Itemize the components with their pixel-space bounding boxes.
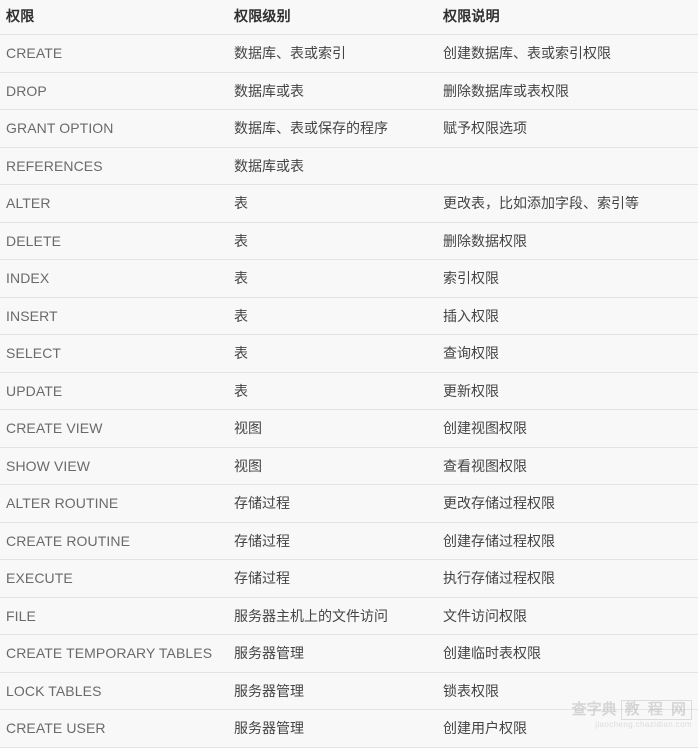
- cell-description: 文件访问权限: [437, 597, 698, 635]
- cell-level: 存储过程: [228, 484, 437, 523]
- table-row: UPDATE 表更新权限: [0, 372, 698, 410]
- cell-privilege: UPDATE: [0, 372, 228, 410]
- cell-privilege: INSERT: [0, 297, 228, 335]
- column-header-description: 权限说明: [437, 0, 698, 35]
- cell-privilege: DROP: [0, 72, 228, 110]
- cell-level: 数据库、表或保存的程序: [228, 109, 437, 148]
- table-header: 权限 权限级别 权限说明: [0, 0, 698, 35]
- table-row: EXECUTE 存储过程 执行存储过程权限: [0, 559, 698, 598]
- cell-level: 表: [228, 372, 437, 410]
- cell-description: 创建存储过程权限: [437, 522, 698, 560]
- table-row: GRANT OPTION 数据库、表或保存的程序 赋予权限选项: [0, 109, 698, 148]
- table-row: LOCK TABLES 服务器管理 锁表权限: [0, 672, 698, 710]
- cell-privilege: CREATE TEMPORARY TABLES: [0, 634, 228, 673]
- column-header-level: 权限级别: [228, 0, 437, 35]
- cell-level: 数据库或表: [228, 72, 437, 110]
- table-row: REFERENCES 数据库或表: [0, 147, 698, 185]
- cell-description: 赋予权限选项: [437, 109, 698, 148]
- cell-description: 更改表，比如添加字段、索引等: [437, 184, 698, 223]
- cell-level: 服务器管理: [228, 634, 437, 673]
- table-row: DELETE 表删除数据权限: [0, 222, 698, 260]
- cell-privilege: ALTER ROUTINE: [0, 484, 228, 523]
- cell-description: 删除数据库或表权限: [437, 72, 698, 110]
- table-row: CREATE VIEW 视图 创建视图权限: [0, 409, 698, 448]
- cell-description: 索引权限: [437, 259, 698, 298]
- cell-level: 数据库或表: [228, 147, 437, 185]
- table-row: SHOW VIEW 视图 查看视图权限: [0, 447, 698, 485]
- cell-level: 服务器主机上的文件访问: [228, 597, 437, 635]
- table-header-row: 权限 权限级别 权限说明: [0, 0, 698, 35]
- table-row: SELECT 表查询权限: [0, 334, 698, 373]
- cell-level: 服务器管理: [228, 672, 437, 710]
- table-body: CREATE 数据库、表或索引 创建数据库、表或索引权限 DROP 数据库或表 删除数据库…: [0, 34, 698, 748]
- cell-privilege: CREATE: [0, 34, 228, 73]
- table-row: ALTER ROUTINE 存储过程 更改存储过程权限: [0, 484, 698, 523]
- cell-privilege: REFERENCES: [0, 147, 228, 185]
- cell-description: 更新权限: [437, 372, 698, 410]
- cell-privilege: CREATE VIEW: [0, 409, 228, 448]
- table-row: CREATE USER 服务器管理 创建用户权限: [0, 709, 698, 748]
- privileges-table: 权限 权限级别 权限说明 CREATE 数据库、表或索引 创建数据库、表或索引权限 D…: [0, 0, 698, 748]
- cell-description: 锁表权限: [437, 672, 698, 710]
- cell-description: 查看视图权限: [437, 447, 698, 485]
- cell-privilege: FILE: [0, 597, 228, 635]
- cell-level: 表: [228, 334, 437, 373]
- cell-description: 插入权限: [437, 297, 698, 335]
- table-row: INSERT 表插入权限: [0, 297, 698, 335]
- cell-privilege: CREATE USER: [0, 709, 228, 748]
- cell-description: [437, 147, 698, 185]
- cell-level: 表: [228, 297, 437, 335]
- cell-description: 创建视图权限: [437, 409, 698, 448]
- table-row: ALTER 表更改表，比如添加字段、索引等: [0, 184, 698, 223]
- cell-description: 更改存储过程权限: [437, 484, 698, 523]
- cell-description: 创建临时表权限: [437, 634, 698, 673]
- table-row: CREATE TEMPORARY TABLES 服务器管理 创建临时表权限: [0, 634, 698, 673]
- cell-level: 表: [228, 222, 437, 260]
- cell-level: 数据库、表或索引: [228, 34, 437, 73]
- cell-privilege: CREATE ROUTINE: [0, 522, 228, 560]
- cell-privilege: GRANT OPTION: [0, 109, 228, 148]
- cell-privilege: EXECUTE: [0, 559, 228, 598]
- table-row: CREATE ROUTINE 存储过程 创建存储过程权限: [0, 522, 698, 560]
- cell-privilege: SHOW VIEW: [0, 447, 228, 485]
- cell-privilege: LOCK TABLES: [0, 672, 228, 710]
- cell-description: 创建数据库、表或索引权限: [437, 34, 698, 73]
- cell-level: 服务器管理: [228, 709, 437, 748]
- cell-description: 执行存储过程权限: [437, 559, 698, 598]
- cell-privilege: INDEX: [0, 259, 228, 298]
- cell-level: 表: [228, 259, 437, 298]
- cell-description: 删除数据权限: [437, 222, 698, 260]
- column-header-privilege: 权限: [0, 0, 228, 35]
- cell-level: 存储过程: [228, 522, 437, 560]
- cell-privilege: ALTER: [0, 184, 228, 223]
- table-row: FILE 服务器主机上的文件访问 文件访问权限: [0, 597, 698, 635]
- cell-description: 查询权限: [437, 334, 698, 373]
- cell-description: 创建用户权限: [437, 709, 698, 748]
- cell-level: 视图: [228, 409, 437, 448]
- table-row: CREATE 数据库、表或索引 创建数据库、表或索引权限: [0, 34, 698, 73]
- table-row: INDEX 表索引权限: [0, 259, 698, 298]
- table-row: DROP 数据库或表 删除数据库或表权限: [0, 72, 698, 110]
- cell-level: 存储过程: [228, 559, 437, 598]
- cell-privilege: SELECT: [0, 334, 228, 373]
- cell-level: 视图: [228, 447, 437, 485]
- cell-privilege: DELETE: [0, 222, 228, 260]
- cell-level: 表: [228, 184, 437, 223]
